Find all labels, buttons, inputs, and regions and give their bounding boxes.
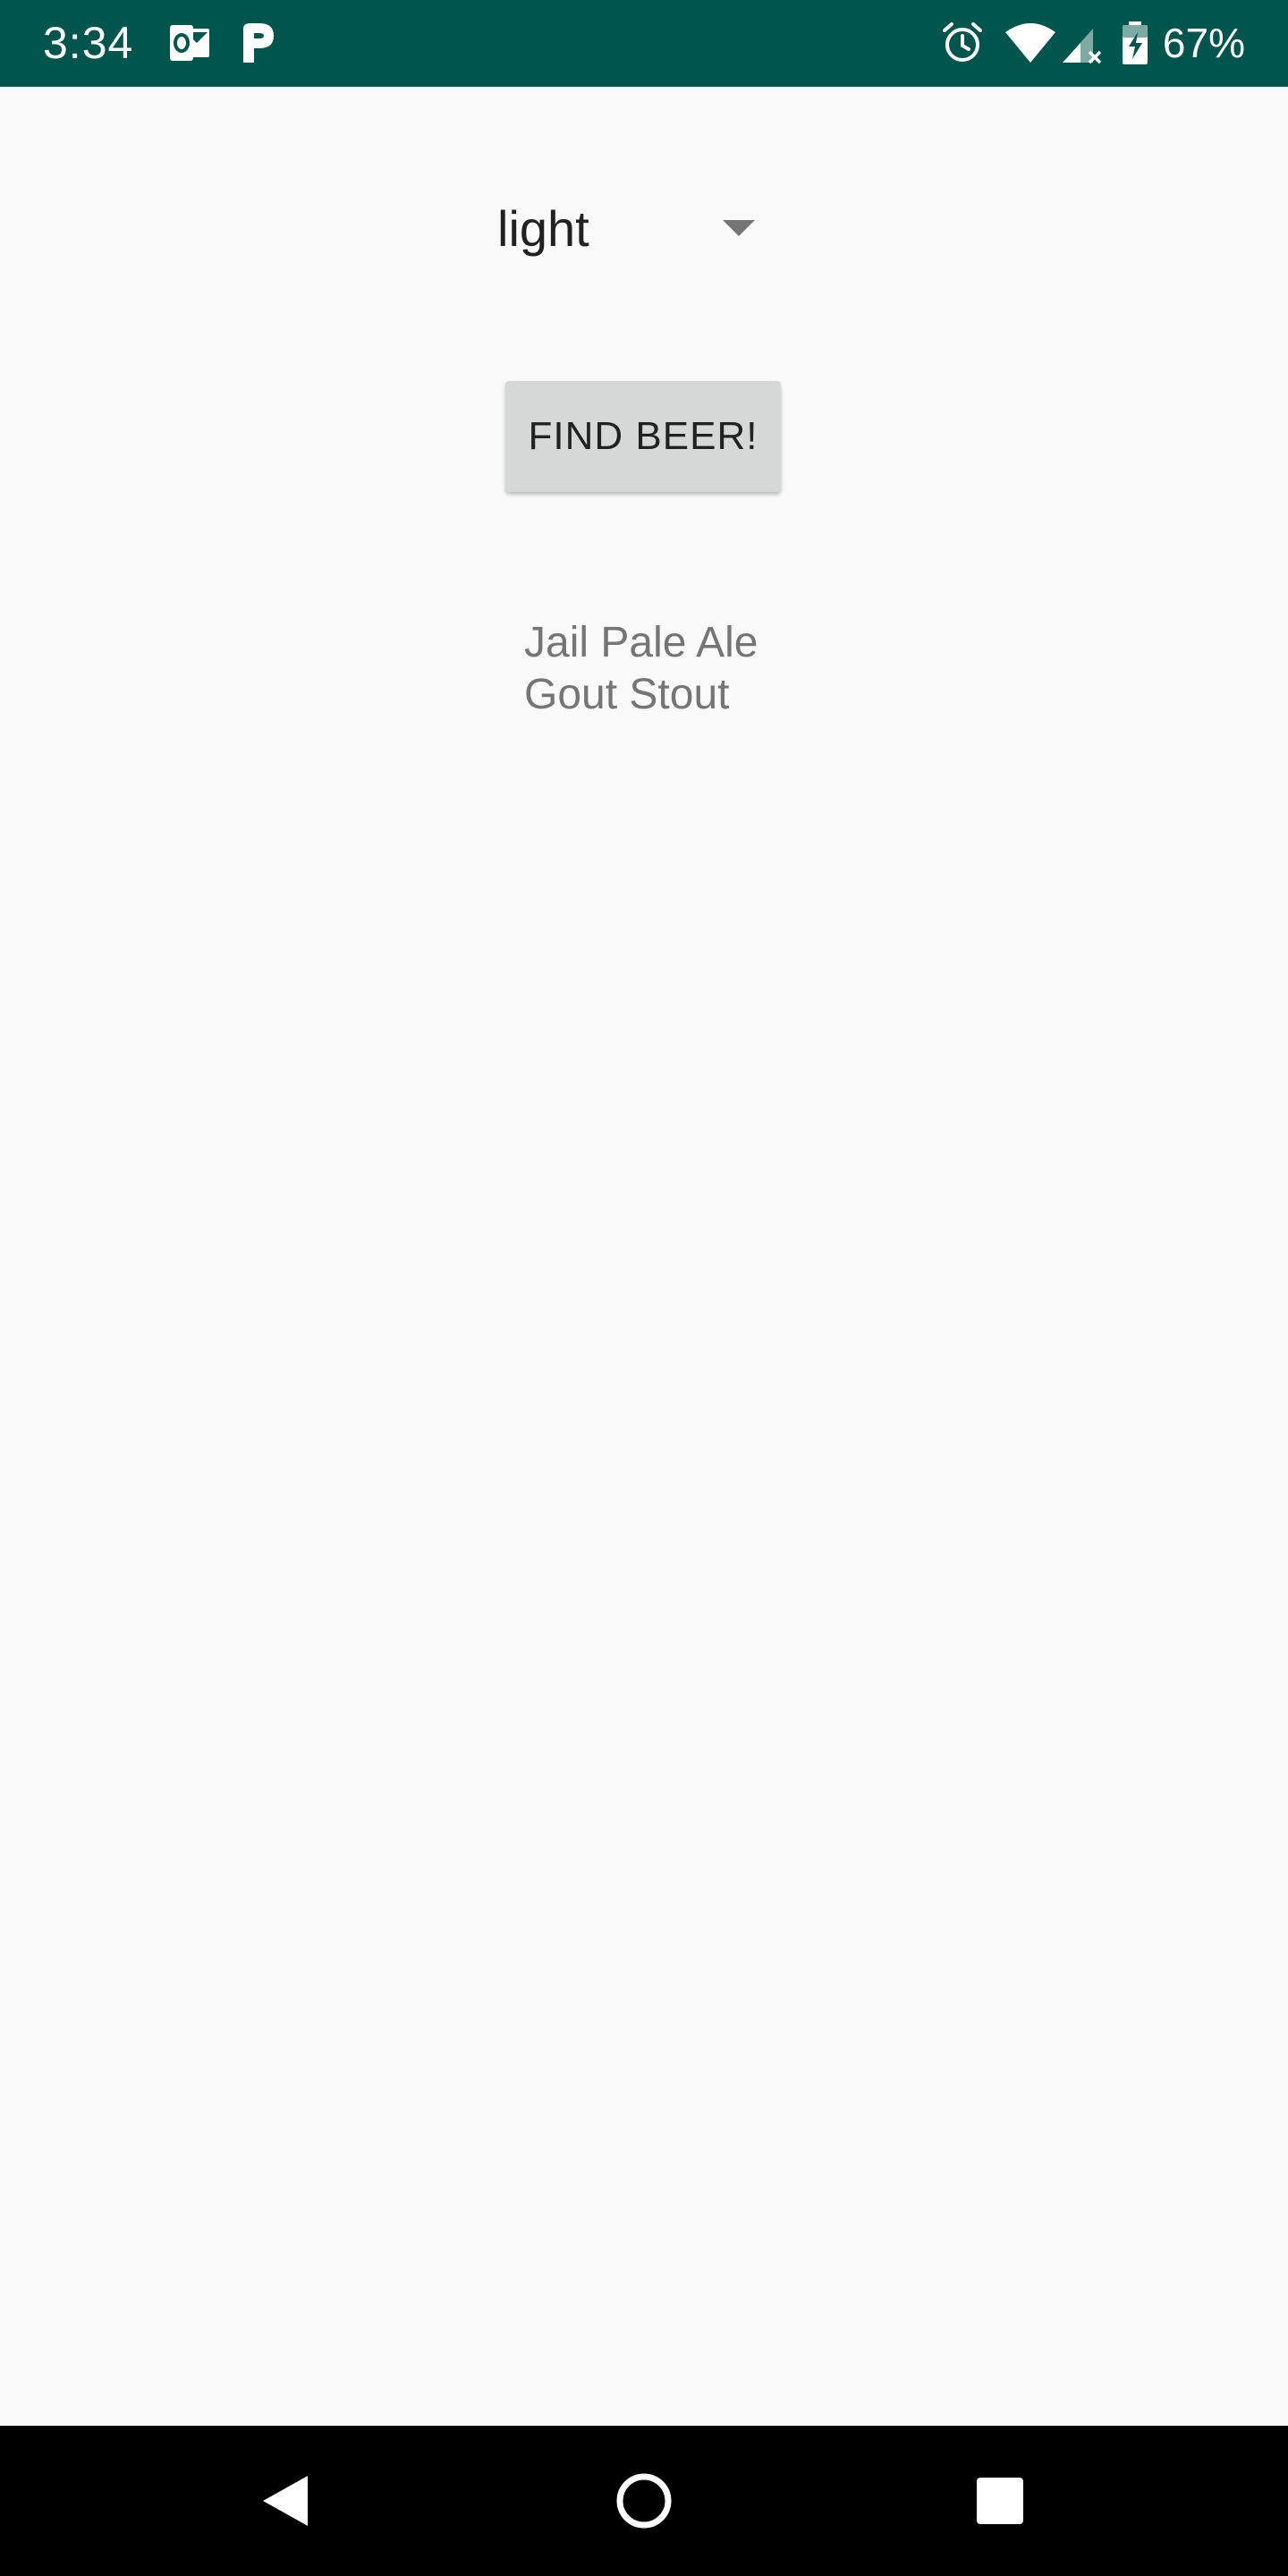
alarm-icon [939,20,986,66]
result-item: Jail Pale Ale [524,619,758,666]
navigation-bar [0,2426,1288,2576]
outlook-icon [166,20,213,66]
back-icon[interactable] [250,2465,322,2537]
result-item: Gout Stout [524,671,730,718]
screen: 3:34 67% light FIND BEER! Jail Pale Ale … [0,0,1288,2576]
find-beer-button[interactable]: FIND BEER! [505,381,781,492]
wifi-icon [1004,20,1057,66]
spinner-selected-value: light [497,199,589,257]
beer-color-spinner[interactable]: light [483,179,769,277]
beer-results: Jail Pale Ale Gout Stout [524,617,758,721]
battery-percentage: 67% [1162,20,1245,66]
battery-charging-icon [1120,20,1150,66]
cell-signal-icon [1061,20,1104,66]
home-icon[interactable] [608,2465,680,2537]
recents-icon[interactable] [964,2465,1036,2537]
dropdown-arrow-icon [723,220,755,236]
status-bar: 3:34 67% [0,0,1288,87]
status-time: 3:34 [43,18,134,68]
parking-icon [234,20,281,66]
